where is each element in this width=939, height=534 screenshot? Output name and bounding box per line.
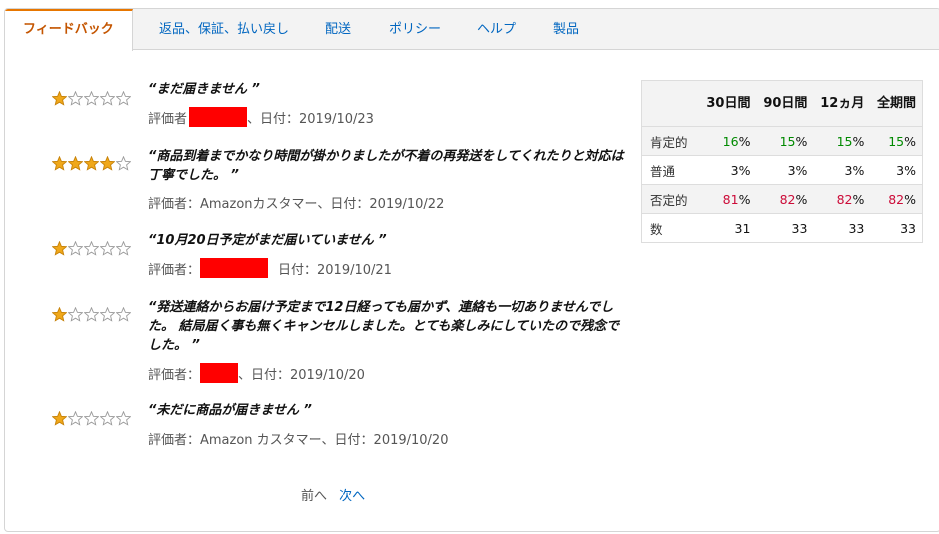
star-empty-icon [68,411,83,426]
review-text: “発送連絡からお届け予定まで12日経っても届かず、連絡も一切ありませんでした。 … [148,300,620,353]
reviewer-label: 評価者 [148,111,188,127]
stats-row-label: 否定的 [641,184,700,214]
reviewer-label: 評価者： [148,367,201,383]
stats-cell: 82% [756,184,814,214]
stats-header-30d: 30日間 [699,80,757,127]
redaction-block [200,258,269,278]
tab-policy[interactable]: ポリシー [389,9,441,50]
stats-cell: 15% [756,126,814,156]
review-text: “10月20日予定がまだ届いていません ” [148,233,387,248]
stats-cell: 33 [900,220,916,236]
star-filled-icon [84,156,99,171]
feedback-panel: フィードバック 返品、保証、払い戻し 配送 ポリシー ヘルプ 製品 “まだ届きま… [4,8,939,532]
stats-cell: 15% [870,126,923,156]
star-empty-icon [68,241,83,256]
star-empty-icon [116,411,131,426]
review-meta: 評価者： 、日付：2019/10/20 [148,363,365,383]
review-date: 、日付：2019/10/20 [238,367,365,383]
stats-row: 普通 3% 3% 3% 3% [641,155,923,185]
star-empty-icon [116,307,131,322]
star-rating [52,241,131,256]
reviewer-label: 評価者：Amazon カスタマー、日付：2019/10/20 [148,433,449,448]
star-empty-icon [84,411,99,426]
star-filled-icon [52,307,67,322]
stats-row-label: 数 [650,221,663,237]
feedback-stats-table: 30日間 90日間 12ヵ月 全期間 肯定的 16% 15% 15% 15% 普通 3% 3%… [641,80,923,243]
review-meta: 評価者：Amazon カスタマー、日付：2019/10/20 [148,429,448,448]
reviewer-label: 評価者： [148,262,201,278]
star-empty-icon [116,91,131,106]
stats-header-90d: 90日間 [756,80,814,127]
star-filled-icon [52,156,67,171]
star-rating [52,91,131,106]
stats-cell: 33 [848,220,865,236]
stats-cell: 15% [813,126,871,156]
next-page-link[interactable]: 次へ [339,489,365,504]
stats-cell: 16% [699,126,757,156]
review-meta: 評価者 、日付：2019/10/23 [148,107,374,127]
stats-header-all: 全期間 [870,80,923,127]
tab-shipping[interactable]: 配送 [325,9,351,50]
stats-header-corner [641,80,700,127]
stats-row-label: 普通 [641,155,700,185]
review-text: “商品到着までかなり時間が掛かりましたが不着の再発送をしてくれたりと対応は丁寧で… [148,149,624,183]
star-empty-icon [100,411,115,426]
stats-cell: 33 [791,220,808,236]
redaction-block [189,107,248,127]
stats-cell: 82% [813,184,871,214]
review-meta: 評価者： 日付：2019/10/21 [148,258,392,278]
stats-row: 数 31 33 33 33 [642,214,923,243]
tab-feedback[interactable]: フィードバック [5,9,133,51]
review-date: 日付：2019/10/21 [278,262,392,278]
star-empty-icon [116,241,131,256]
review-text: “まだ届きません ” [148,82,260,97]
star-empty-icon [68,307,83,322]
review-date: 、日付：2019/10/23 [247,111,374,127]
stats-cell: 3% [756,155,814,185]
stats-row-label: 肯定的 [641,126,700,156]
stats-cell: 3% [813,155,871,185]
stats-row: 肯定的 16% 15% 15% 15% [641,126,923,156]
prev-page-link: 前へ [301,489,328,504]
star-empty-icon [68,91,83,106]
stats-cell: 82% [870,184,923,214]
tab-products[interactable]: 製品 [553,9,579,50]
star-rating [52,156,131,171]
stats-row: 否定的 81% 82% 82% 82% [641,184,923,214]
stats-cell: 3% [699,155,757,185]
star-filled-icon [52,411,67,426]
star-rating [52,307,131,322]
star-filled-icon [52,91,67,106]
star-empty-icon [100,241,115,256]
tab-help[interactable]: ヘルプ [477,9,516,50]
star-filled-icon [68,156,83,171]
tab-returns[interactable]: 返品、保証、払い戻し [159,9,289,50]
tab-bar: フィードバック 返品、保証、払い戻し 配送 ポリシー ヘルプ 製品 [5,9,939,51]
star-filled-icon [52,241,67,256]
review-meta: 評価者：Amazonカスタマー、日付：2019/10/22 [148,193,444,212]
pagination: 前へ 次へ [301,485,365,504]
star-empty-icon [84,307,99,322]
stats-cell: 81% [699,184,757,214]
star-empty-icon [84,241,99,256]
star-empty-icon [100,91,115,106]
star-empty-icon [116,156,131,171]
reviewer-label: 評価者：Amazonカスタマー、日付：2019/10/22 [148,197,445,212]
redaction-block [200,363,239,383]
star-rating [52,411,131,426]
star-empty-icon [100,307,115,322]
stats-cell: 3% [870,155,923,185]
stats-cell: 31 [734,220,751,236]
star-empty-icon [84,91,99,106]
review-text: “未だに商品が届きません ” [148,403,312,418]
stats-header-12m: 12ヵ月 [813,80,871,127]
stats-header-row: 30日間 90日間 12ヵ月 全期間 [641,80,923,127]
star-filled-icon [100,156,115,171]
